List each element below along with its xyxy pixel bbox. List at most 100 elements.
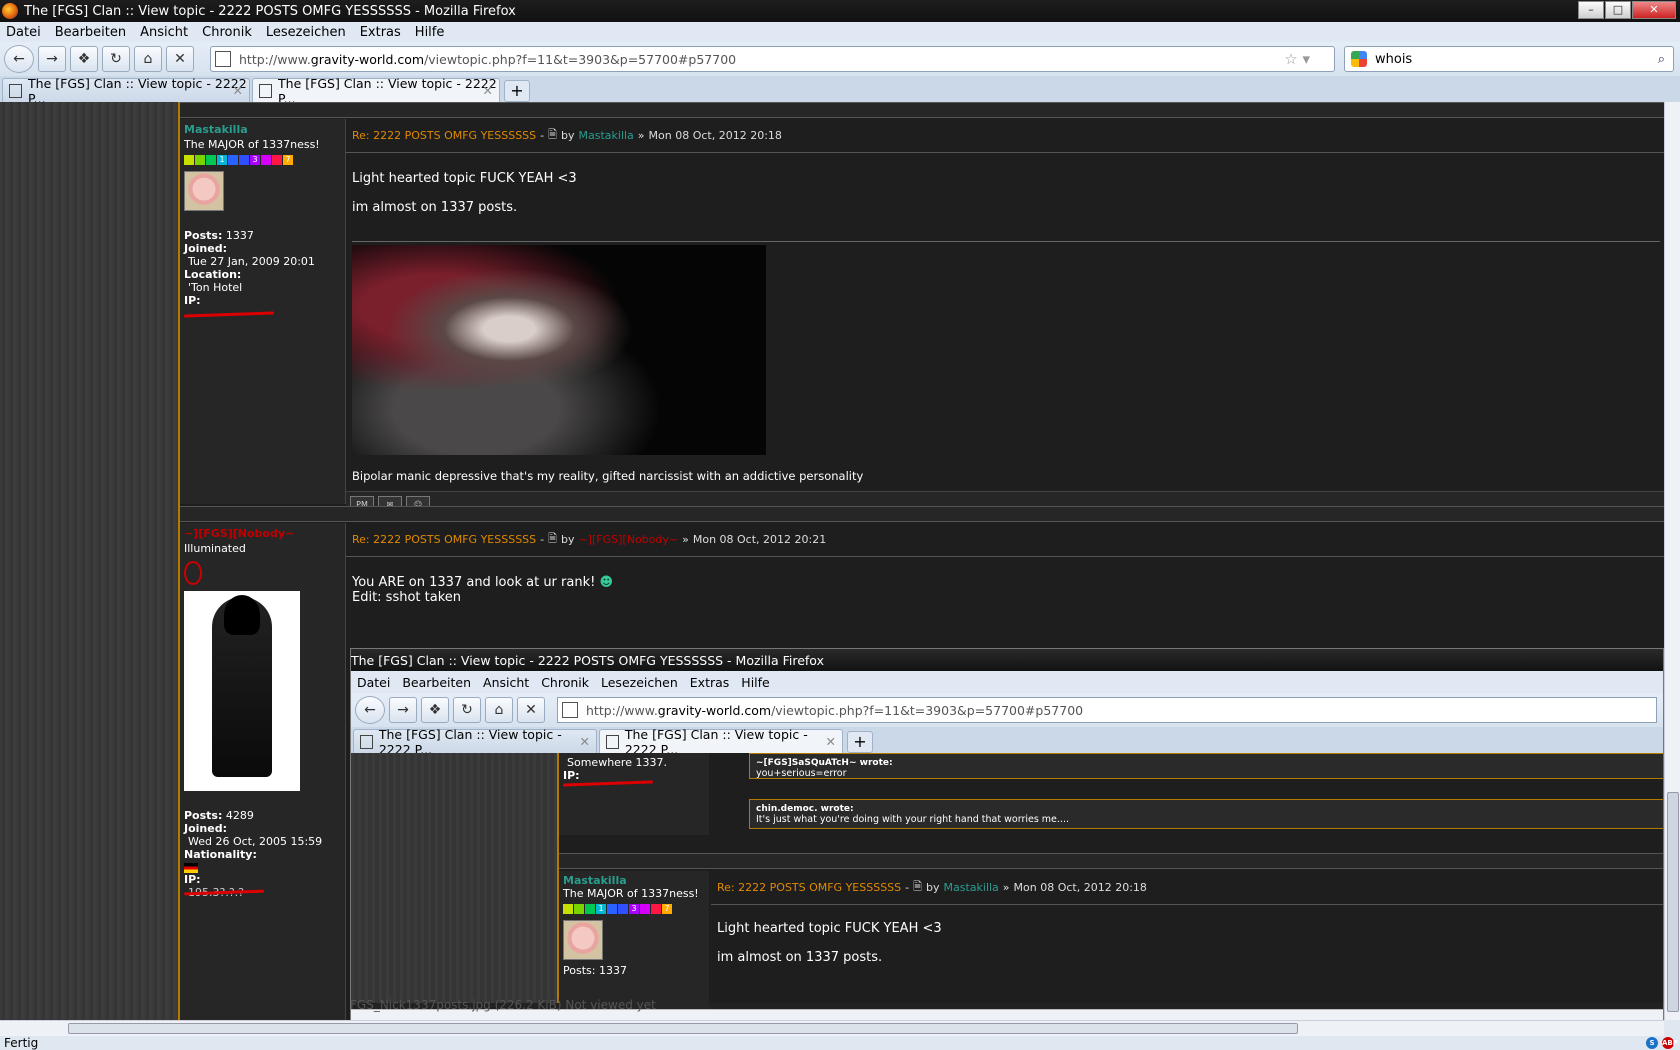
quote-author: chin.democ. wrote: <box>756 804 854 814</box>
inner-menu-item: Bearbeiten <box>402 674 472 690</box>
forward-arrow-icon: → <box>389 697 417 723</box>
status-bar: Fertig S ABP <box>0 1036 1680 1050</box>
home-button[interactable]: ⌂ <box>134 46 162 72</box>
rank-segment <box>195 155 205 165</box>
inner-menu-item: Lesezeichen <box>601 674 678 690</box>
post-author[interactable]: Mastakilla <box>579 129 634 142</box>
ip-label: IP: <box>184 294 201 307</box>
menu-ansicht[interactable]: Ansicht <box>140 25 188 40</box>
url-host: gravity-world.com <box>657 702 772 718</box>
home-icon: ⌂ <box>485 697 513 723</box>
rank-segment <box>640 904 650 914</box>
menu-lesezeichen[interactable]: Lesezeichen <box>266 25 346 40</box>
tab-title: The [FGS] Clan :: View topic - 2222 P... <box>28 75 247 106</box>
post-subject[interactable]: Re: 2222 POSTS OMFG YESSSSSS <box>352 129 536 142</box>
joined-date: Tue 27 Jan, 2009 20:01 <box>188 255 315 268</box>
username[interactable]: ~][FGS][Nobody~ <box>184 527 341 540</box>
url-bar[interactable]: http://www. gravity-world.com/viewtopic.p… <box>210 46 1335 72</box>
tab-close-icon[interactable]: ✕ <box>233 83 243 98</box>
tab-bar: The [FGS] Clan :: View topic - 2222 P...… <box>0 76 1680 106</box>
avatar <box>563 920 603 960</box>
search-magnifier-icon[interactable]: ⌕ <box>1658 52 1665 67</box>
stop-button[interactable]: ✕ <box>166 46 194 72</box>
inner-ip-label: IP: <box>563 769 580 782</box>
user-rank: The MAJOR of 1337ness! <box>184 138 320 151</box>
rank-segment <box>574 904 584 914</box>
inner-tab-active: The [FGS] Clan :: View topic - 2222 P...… <box>599 727 843 757</box>
post-subject[interactable]: Re: 2222 POSTS OMFG YESSSSSS <box>352 533 536 546</box>
rank-segment: 7 <box>662 904 672 914</box>
rank-segment <box>239 155 249 165</box>
tab-1[interactable]: The [FGS] Clan :: View topic - 2222 P...… <box>2 76 250 106</box>
close-window-button[interactable]: ✕ <box>1632 1 1676 19</box>
new-tab-button[interactable]: + <box>504 80 530 102</box>
menu-chronik[interactable]: Chronik <box>202 25 252 40</box>
addon-button[interactable]: ❖ <box>70 46 98 72</box>
bookmark-star-icon[interactable]: ☆ ▾ <box>1284 50 1310 68</box>
rank-segment <box>206 155 216 165</box>
rank-segment: 1 <box>596 904 606 914</box>
tab-favicon-icon <box>259 83 273 98</box>
inner-profile: Somewhere 1337. IP: <box>559 753 709 835</box>
posts-label: Posts: <box>184 229 223 242</box>
url-path: /viewtopic.php?f=11&t=3903&p=57700#p5770… <box>424 51 737 67</box>
maximize-button[interactable]: □ <box>1605 1 1631 19</box>
window-titlebar: The [FGS] Clan :: View topic - 2222 POST… <box>0 0 1680 22</box>
adblock-icon[interactable]: ABP <box>1662 1037 1678 1049</box>
menu-datei[interactable]: Datei <box>6 25 41 40</box>
menu-extras[interactable]: Extras <box>360 25 401 40</box>
rank-segment: 3 <box>629 904 639 914</box>
rank-segment <box>618 904 628 914</box>
forward-button[interactable]: → <box>38 46 66 72</box>
tab-close-icon[interactable]: ✕ <box>483 83 493 98</box>
inner-window-title: The [FGS] Clan :: View topic - 2222 POST… <box>351 652 824 668</box>
skype-icon[interactable]: S <box>1646 1037 1658 1049</box>
username[interactable]: Mastakilla <box>184 123 341 136</box>
scrollbar-thumb[interactable] <box>1667 792 1679 1012</box>
attachment-caption: FGS_Nick1337posts.jpg (226.2 KiB) Not vi… <box>350 998 656 1012</box>
site-favicon-icon <box>215 51 231 67</box>
rank-emblem-icon <box>184 561 202 585</box>
stop-icon: ✕ <box>174 51 186 67</box>
user-rank: The MAJOR of 1337ness! <box>563 887 699 900</box>
posts-label: Posts: <box>184 809 223 822</box>
quote-block: ~[FGS]SaSQuATcH~ wrote: you+serious=erro… <box>749 753 1663 779</box>
rank-segment <box>651 904 661 914</box>
post-header: Re: 2222 POSTS OMFG YESSSSSS - 🗎 by Mast… <box>711 871 1663 905</box>
forward-arrow-icon: → <box>46 51 58 67</box>
horizontal-scrollbar[interactable] <box>0 1020 1664 1036</box>
reload-button[interactable]: ↻ <box>102 46 130 72</box>
avatar <box>184 171 224 211</box>
location-label: Location: <box>184 268 242 281</box>
scrollbar-thumb[interactable] <box>68 1023 1298 1034</box>
rank-segment <box>272 155 282 165</box>
vertical-scrollbar[interactable] <box>1664 102 1680 1020</box>
by-label: by <box>561 533 575 546</box>
tab-2-active[interactable]: The [FGS] Clan :: View topic - 2222 P...… <box>252 76 500 106</box>
post-doc-icon: 🗎 <box>913 880 922 893</box>
inner-menu-item: Datei <box>357 674 391 690</box>
post-author[interactable]: ~][FGS][Nobody~ <box>579 533 679 546</box>
search-box[interactable]: whois ⌕ <box>1344 46 1674 72</box>
menu-hilfe[interactable]: Hilfe <box>415 25 445 40</box>
rank-bar: 1 3 7 <box>563 904 705 914</box>
google-icon[interactable] <box>1351 51 1367 67</box>
tab-favicon-icon <box>9 83 23 98</box>
search-input[interactable]: whois <box>1375 52 1412 67</box>
inner-new-tab-icon: + <box>847 731 873 753</box>
rank-segment <box>228 155 238 165</box>
puzzle-icon: ❖ <box>421 697 449 723</box>
post-line: You ARE on 1337 and look at ur rank! <box>352 575 596 590</box>
signature-text: Bipolar manic depressive that's my reali… <box>352 469 864 483</box>
back-button[interactable]: ← <box>4 45 34 73</box>
signature-image <box>352 245 766 455</box>
inner-page: Somewhere 1337. IP: ~[FGS]SaSQuATcH~ wro… <box>351 753 1663 1011</box>
post-header: Re: 2222 POSTS OMFG YESSSSSS - 🗎 by ~][F… <box>346 523 1664 557</box>
post-header: Re: 2222 POSTS OMFG YESSSSSS - 🗎 by Mast… <box>346 119 1664 153</box>
menu-bearbeiten[interactable]: Bearbeiten <box>55 25 126 40</box>
smiley-icon: ☻ <box>599 575 614 590</box>
post-date: Mon 08 Oct, 2012 20:21 <box>692 533 827 546</box>
minimize-button[interactable]: – <box>1578 1 1604 19</box>
url-prefix: http://www. <box>586 702 658 718</box>
embedded-screenshot: The [FGS] Clan :: View topic - 2222 POST… <box>350 648 1664 1020</box>
